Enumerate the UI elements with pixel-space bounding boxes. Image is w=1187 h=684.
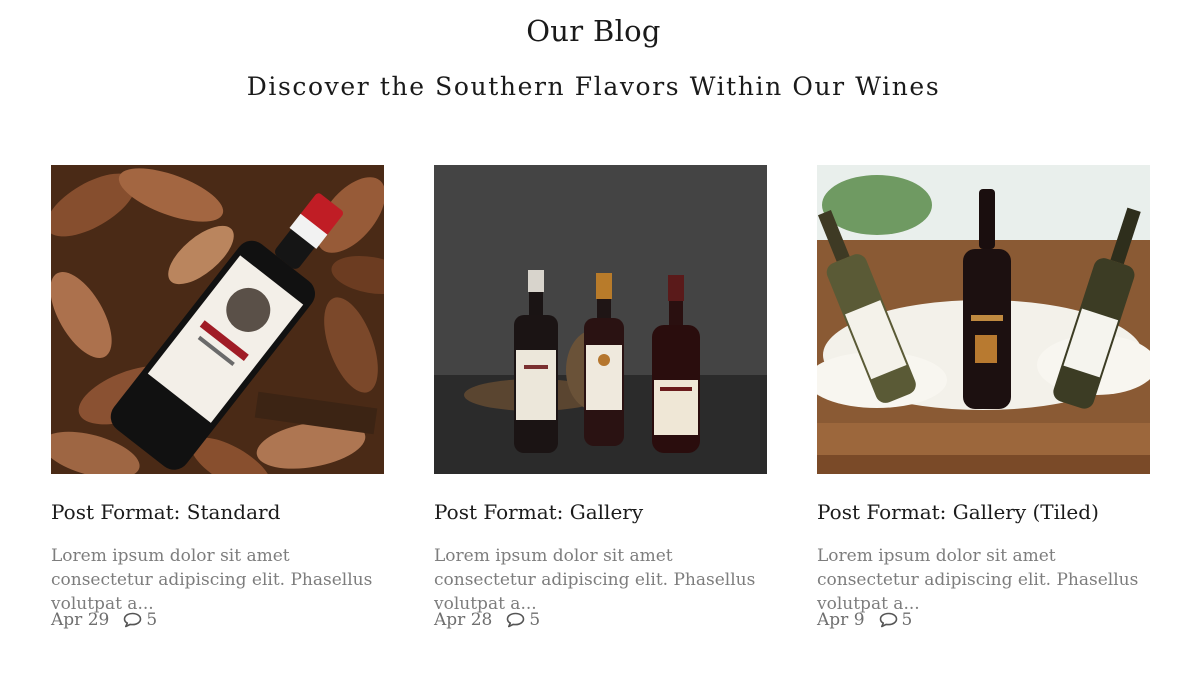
wine-crate-three-bottles-photo bbox=[817, 165, 1150, 474]
post-excerpt: Lorem ipsum dolor sit amet consectetur a… bbox=[434, 546, 756, 614]
post-meta: Apr 9 5 bbox=[817, 610, 912, 630]
post-title[interactable]: Post Format: Gallery bbox=[434, 500, 643, 524]
three-wine-bottles-dark-photo bbox=[434, 165, 767, 474]
post-card-gallery-tiled: Post Format: Gallery (Tiled) Lorem ipsum… bbox=[817, 165, 1150, 630]
comment-count: 5 bbox=[146, 610, 158, 630]
comments-link[interactable]: 5 bbox=[123, 610, 157, 630]
post-card-standard: Post Format: Standard Lorem ipsum dolor … bbox=[51, 165, 384, 630]
comment-bubble-icon bbox=[506, 612, 525, 628]
post-excerpt: Lorem ipsum dolor sit amet consectetur a… bbox=[817, 546, 1139, 614]
post-thumbnail-link[interactable] bbox=[434, 165, 767, 474]
section-subtitle: Discover the Southern Flavors Within Our… bbox=[246, 72, 941, 101]
post-date[interactable]: Apr 29 bbox=[51, 610, 109, 630]
post-thumbnail-link[interactable] bbox=[817, 165, 1150, 474]
post-meta: Apr 29 5 bbox=[51, 610, 157, 630]
blog-posts-grid: Post Format: Standard Lorem ipsum dolor … bbox=[51, 165, 1150, 645]
post-meta: Apr 28 5 bbox=[434, 610, 540, 630]
post-card-gallery: Post Format: Gallery Lorem ipsum dolor s… bbox=[434, 165, 767, 630]
comment-count: 5 bbox=[901, 610, 913, 630]
comment-bubble-icon bbox=[123, 612, 142, 628]
post-excerpt: Lorem ipsum dolor sit amet consectetur a… bbox=[51, 546, 373, 614]
post-title[interactable]: Post Format: Gallery (Tiled) bbox=[817, 500, 1099, 524]
comment-bubble-icon bbox=[879, 612, 898, 628]
wine-bottle-on-autumn-leaves-photo bbox=[51, 165, 384, 474]
comments-link[interactable]: 5 bbox=[506, 610, 540, 630]
post-date[interactable]: Apr 9 bbox=[817, 610, 865, 630]
comments-link[interactable]: 5 bbox=[879, 610, 913, 630]
post-thumbnail-link[interactable] bbox=[51, 165, 384, 474]
post-date[interactable]: Apr 28 bbox=[434, 610, 492, 630]
comment-count: 5 bbox=[529, 610, 541, 630]
section-title: Our Blog bbox=[526, 14, 661, 48]
post-title[interactable]: Post Format: Standard bbox=[51, 500, 280, 524]
